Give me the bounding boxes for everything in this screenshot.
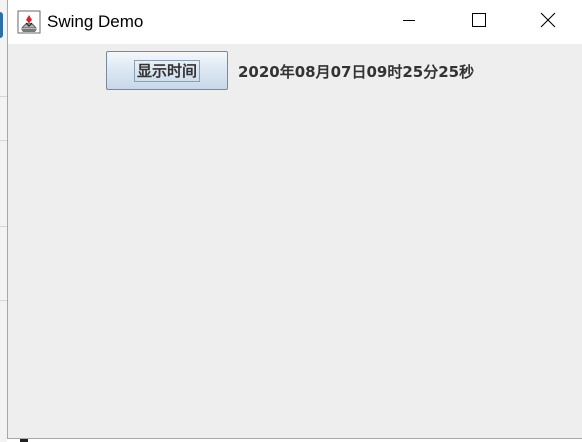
- maximize-button[interactable]: [445, 0, 513, 44]
- window-titlebar[interactable]: Swing Demo: [8, 0, 582, 44]
- background-divider: [0, 226, 7, 227]
- close-icon: [540, 12, 556, 33]
- background-divider: [0, 300, 7, 301]
- show-time-button[interactable]: 显示时间: [106, 51, 228, 90]
- content-pane: 显示时间 2020年08月07日09时25分25秒: [8, 44, 582, 438]
- window-title: Swing Demo: [47, 12, 144, 31]
- maximize-icon: [471, 12, 487, 33]
- swing-demo-window: Swing Demo 显示时间 2020年08月07日09时25分25秒: [7, 0, 582, 439]
- background-divider: [0, 96, 7, 97]
- close-button[interactable]: [514, 0, 582, 44]
- java-coffee-cup-icon[interactable]: [17, 10, 41, 34]
- background-app-icon-edge: [0, 12, 3, 38]
- minimize-icon: [401, 12, 417, 33]
- background-window-edge: [0, 0, 7, 442]
- show-time-button-label: 显示时间: [133, 59, 200, 82]
- minimize-button[interactable]: [375, 0, 443, 44]
- time-display-label: 2020年08月07日09时25分25秒: [238, 63, 475, 81]
- background-divider: [0, 140, 7, 141]
